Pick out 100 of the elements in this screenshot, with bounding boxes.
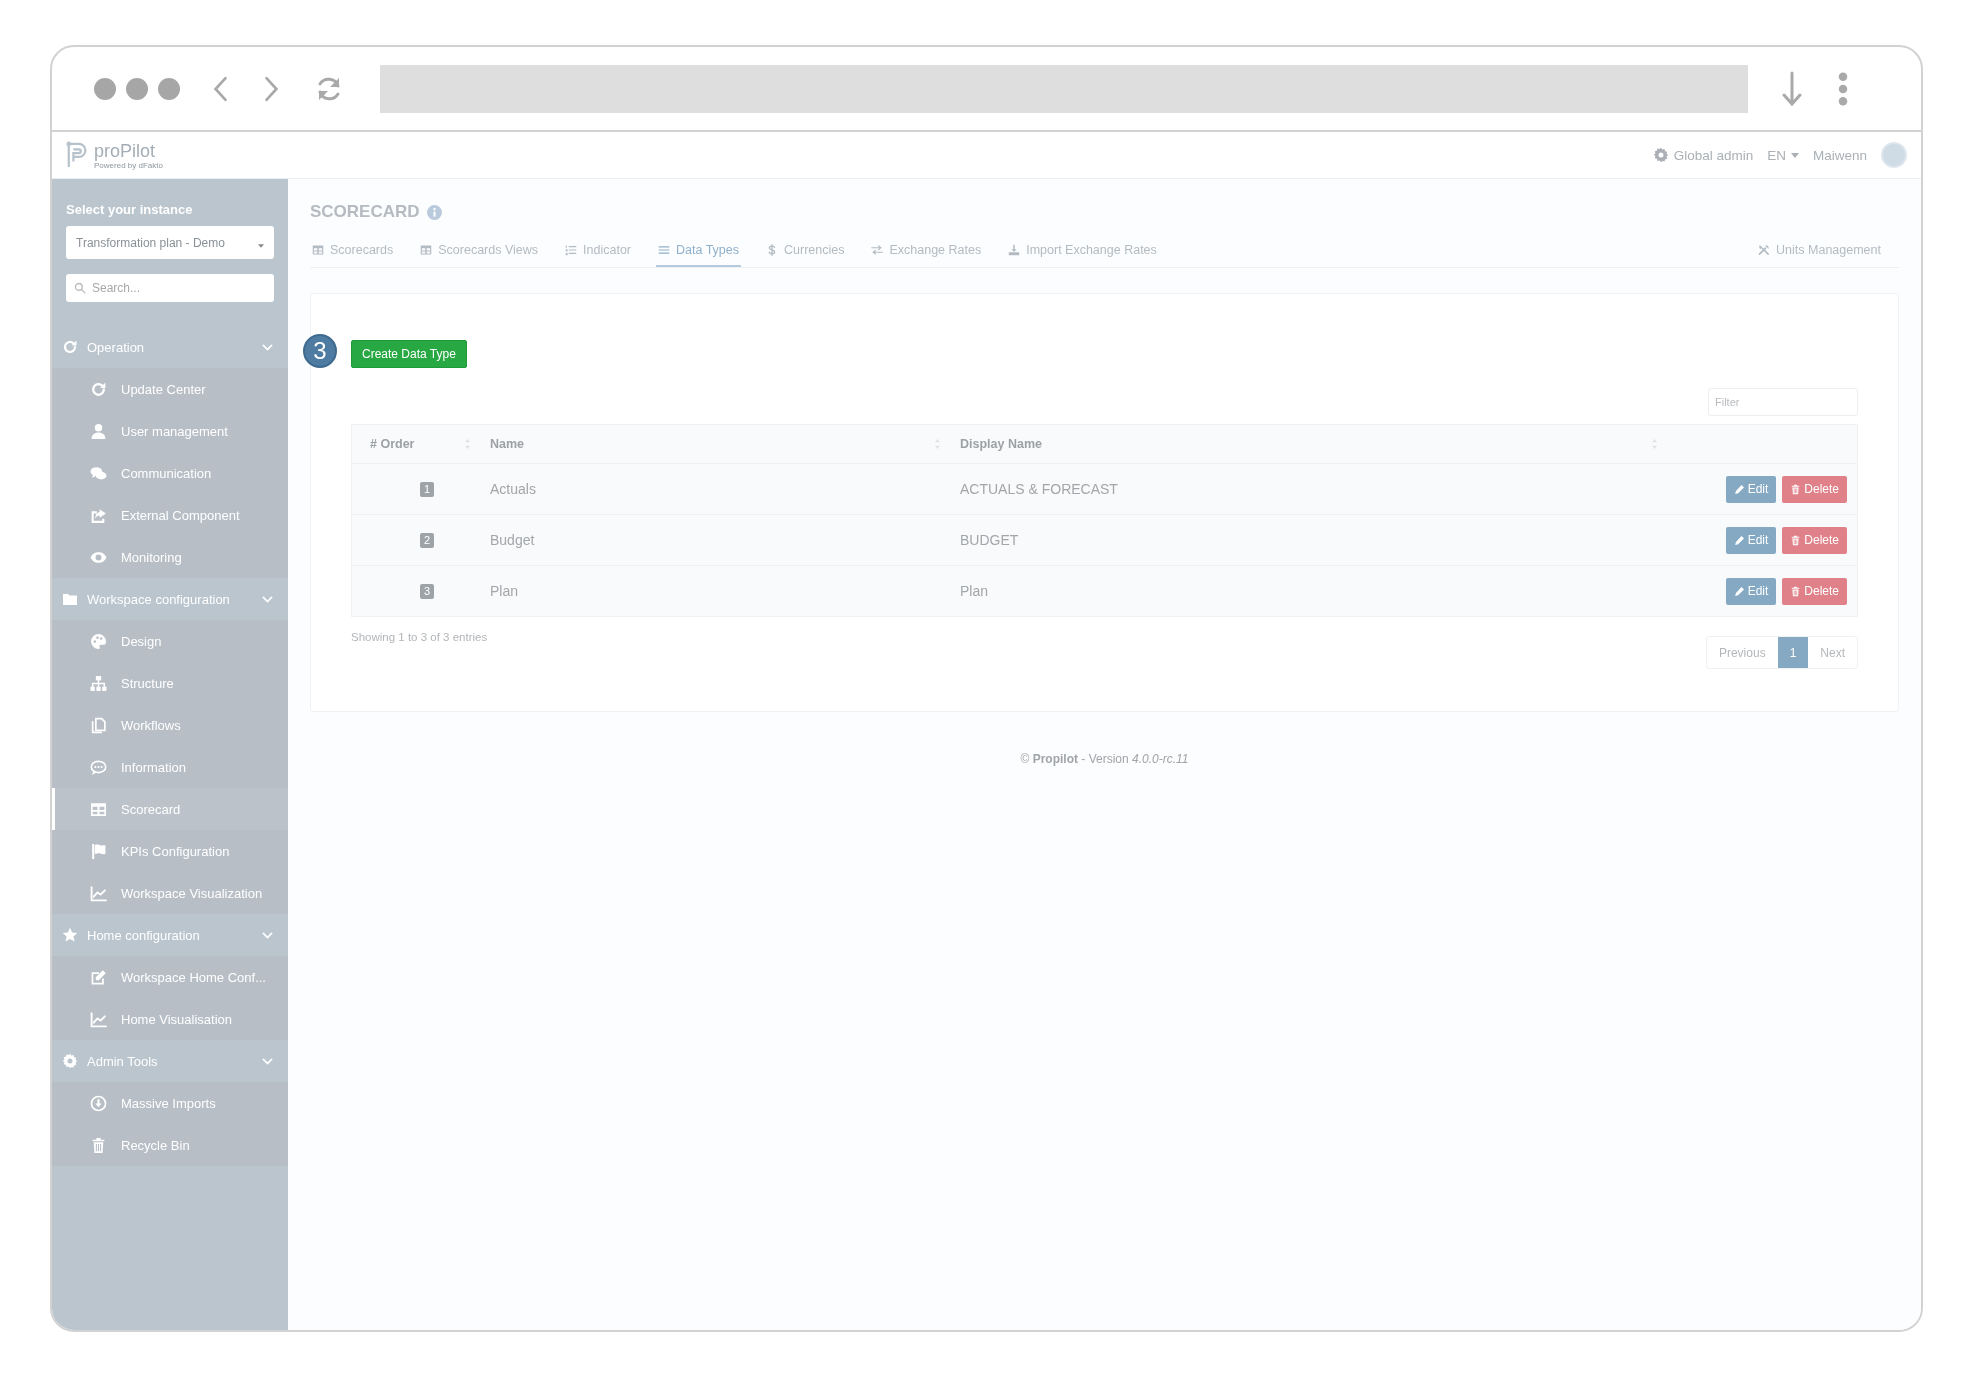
edit-button[interactable]: Edit (1725, 526, 1777, 554)
edit-button[interactable]: Edit (1725, 475, 1777, 503)
tab[interactable]: Scorecards (310, 235, 396, 267)
user-icon (89, 422, 108, 440)
exchange-icon (871, 244, 884, 256)
trash-icon (1790, 585, 1802, 597)
tab[interactable]: Indicator (563, 235, 633, 267)
window-dot[interactable] (94, 77, 116, 100)
user-menu[interactable]: Maiwenn (1812, 147, 1867, 163)
footer-text: © Propilot - Version 4.0.0-rc.11 (1020, 752, 1189, 766)
window-dot[interactable] (126, 77, 148, 100)
address-bar[interactable] (380, 64, 1748, 113)
list-icon (565, 244, 578, 256)
pencil-icon (1733, 585, 1745, 597)
sort-icon[interactable] (1652, 439, 1657, 449)
pencil-icon (1733, 483, 1745, 495)
sidebar-item[interactable]: User management (52, 410, 288, 452)
column-header[interactable]: Name (490, 437, 525, 451)
sort-icon[interactable] (465, 439, 470, 449)
delete-button[interactable]: Delete (1782, 526, 1847, 554)
search-icon (74, 282, 86, 294)
info-icon (425, 203, 443, 221)
entries-info: Showing 1 to 3 of 3 entries (351, 631, 488, 643)
sidebar-item[interactable]: Workspace Home Conf... (52, 956, 288, 998)
table-cell: Plan (490, 583, 519, 599)
step-marker: 3 (303, 334, 337, 368)
tab[interactable]: Import Exchange Rates (1006, 235, 1159, 267)
logo-tagline: Powered by dFakto (94, 160, 163, 170)
gear-icon (62, 1053, 78, 1069)
language-dropdown[interactable]: EN (1767, 147, 1799, 163)
sidebar-item[interactable]: Update Center (52, 368, 288, 410)
sidebar-item[interactable]: Structure (52, 662, 288, 704)
order-number: 3 (420, 583, 434, 599)
tab[interactable]: Exchange Rates (869, 235, 984, 267)
delete-button[interactable]: Delete (1782, 577, 1847, 605)
edit-icon (89, 968, 108, 986)
instance-label: Select your instance (66, 202, 194, 217)
list-icon (658, 244, 670, 256)
logo-text: proPilot (94, 140, 157, 161)
chat-icon (89, 464, 108, 482)
table-icon (420, 244, 433, 256)
download-icon (1008, 244, 1021, 256)
download-icon[interactable] (1782, 70, 1802, 107)
palette-icon (89, 632, 108, 650)
table-cell: Budget (490, 532, 535, 548)
flag-icon (89, 842, 108, 860)
table-icon (89, 800, 108, 818)
sidebar-item[interactable]: Information (52, 746, 288, 788)
sidebar-item[interactable]: Massive Imports (52, 1082, 288, 1124)
refresh-icon (62, 339, 78, 355)
gear-icon (1652, 147, 1669, 163)
page-title: SCORECARD (310, 202, 420, 222)
delete-button[interactable]: Delete (1782, 475, 1847, 503)
star-icon (62, 927, 78, 943)
sidebar-item[interactable]: Home Visualisation (52, 998, 288, 1040)
more-icon[interactable] (1838, 71, 1848, 106)
table-cell: BUDGET (960, 532, 1019, 548)
sort-icon[interactable] (935, 439, 940, 449)
filter-field[interactable]: Filter (1708, 388, 1858, 416)
tools-icon (1758, 244, 1771, 256)
sidebar-item[interactable]: Workspace Visualization (52, 872, 288, 914)
edit-button[interactable]: Edit (1725, 577, 1777, 605)
comment-icon (89, 758, 108, 776)
refresh-icon (89, 380, 108, 398)
folder-icon (62, 591, 78, 607)
sidebar-item[interactable]: Scorecard (52, 788, 288, 830)
sidebar-item[interactable]: Recycle Bin (52, 1124, 288, 1166)
table-cell: Actuals (490, 481, 536, 497)
trash-icon (1790, 534, 1802, 546)
tab[interactable]: Units Management (1756, 235, 1883, 267)
dollar-icon (766, 244, 778, 256)
column-header[interactable]: Display Name (960, 437, 1042, 451)
sidebar-item[interactable]: Monitoring (52, 536, 288, 578)
column-header[interactable]: # Order (370, 437, 415, 451)
table-icon (312, 244, 324, 256)
line-chart-icon (89, 884, 108, 902)
tab[interactable]: Scorecards Views (418, 235, 541, 267)
tab[interactable]: Currencies (764, 235, 847, 267)
instance-dropdown[interactable]: Transformation plan - Demo (66, 226, 274, 259)
pencil-icon (1733, 534, 1745, 546)
line-chart-icon (89, 1010, 108, 1028)
sidebar-item[interactable]: Communication (52, 452, 288, 494)
order-number: 2 (420, 532, 434, 548)
search-field[interactable]: Search... (66, 274, 274, 302)
table-cell: ACTUALS & FORECAST (960, 481, 1118, 497)
download-icon (89, 1094, 108, 1112)
admin-link[interactable]: Global admin (1652, 147, 1754, 163)
avatar[interactable] (1881, 142, 1907, 168)
order-number: 1 (420, 481, 434, 497)
tab[interactable]: Data Types (656, 235, 741, 267)
sidebar-item[interactable]: Design (52, 620, 288, 662)
sitemap-icon (89, 674, 108, 692)
create-button[interactable]: Create Data Type (351, 340, 467, 368)
window-dot[interactable] (158, 77, 180, 100)
sidebar-item[interactable]: External Component (52, 494, 288, 536)
sidebar-item[interactable]: Workflows (52, 704, 288, 746)
page-link[interactable]: 1 (1777, 637, 1809, 668)
sidebar-item[interactable]: KPIs Configuration (52, 830, 288, 872)
trash-icon (1790, 483, 1802, 495)
table-cell: Plan (960, 583, 989, 599)
